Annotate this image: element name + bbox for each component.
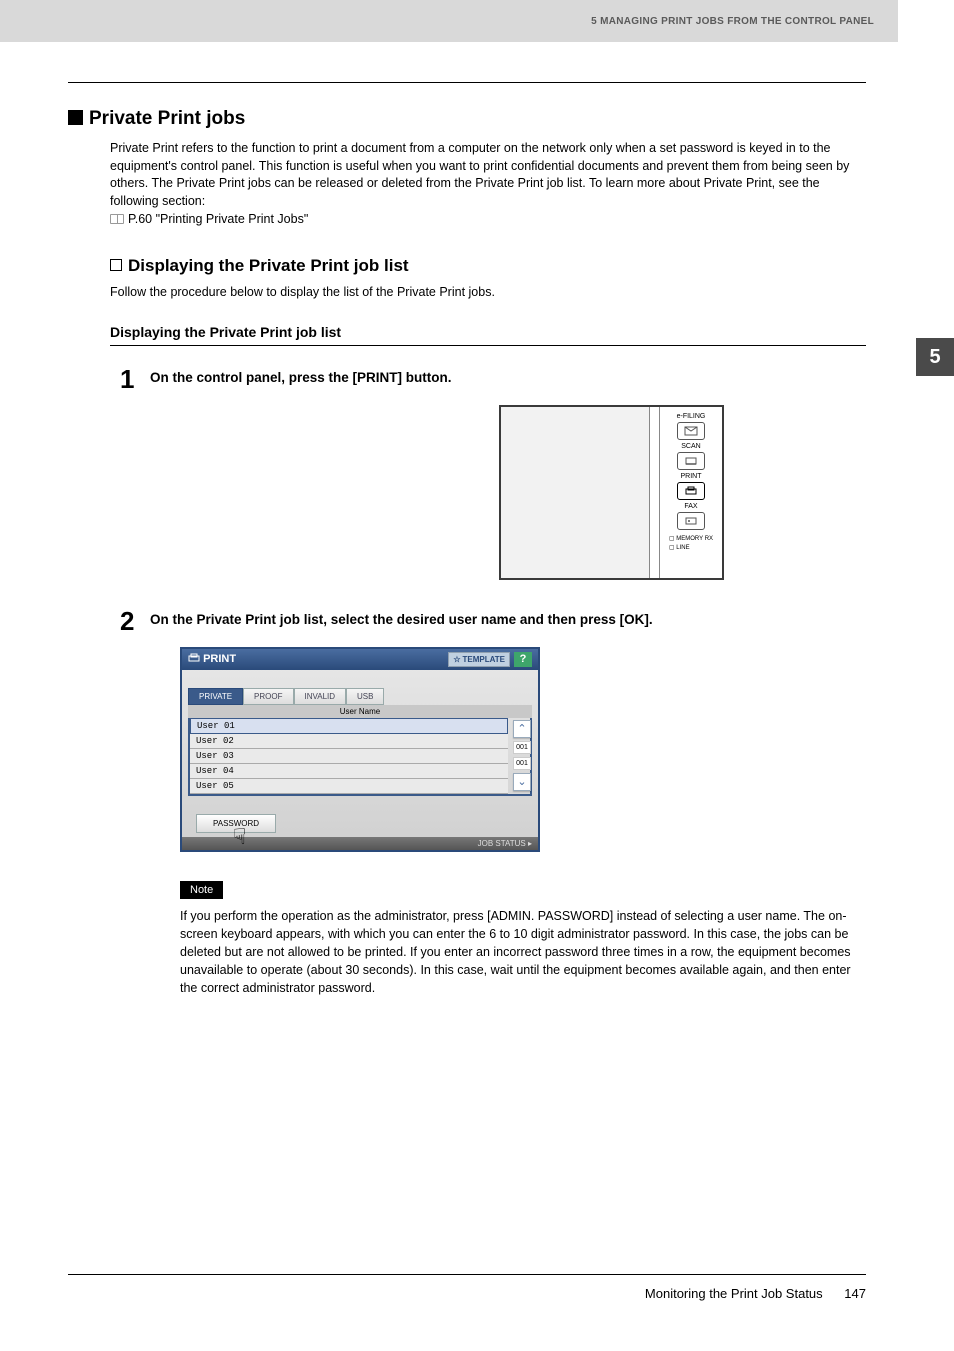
fax-label: FAX xyxy=(684,503,697,510)
print-button[interactable] xyxy=(677,482,705,500)
star-icon: ☆ xyxy=(453,655,460,664)
column-header: User Name xyxy=(188,705,532,718)
template-label: TEMPLATE xyxy=(462,655,505,664)
cross-reference: P.60 "Printing Private Print Jobs" xyxy=(110,212,866,226)
help-button[interactable]: ? xyxy=(514,652,532,667)
template-button[interactable]: ☆ TEMPLATE xyxy=(448,652,510,667)
print-button-group: PRINT xyxy=(677,473,705,500)
hollow-square-icon xyxy=(110,259,122,271)
page-total: 001 xyxy=(513,757,531,770)
procedure-heading: Displaying the Private Print job list xyxy=(110,324,866,346)
step-text: On the control panel, press the [PRINT] … xyxy=(150,364,866,395)
touchscreen-illustration: PRINT ☆ TEMPLATE ? PRIVATE PROOF INVALID… xyxy=(180,647,540,852)
chevron-down-icon: ⌄ xyxy=(517,775,526,788)
page-current: 001 xyxy=(513,741,531,754)
tab-invalid[interactable]: INVALID xyxy=(294,688,347,705)
note-text: If you perform the operation as the admi… xyxy=(180,907,866,998)
scan-button[interactable] xyxy=(677,452,705,470)
footer-section: Monitoring the Print Job Status xyxy=(645,1286,823,1301)
scroll-down-button[interactable]: ⌄ xyxy=(513,773,531,791)
list-item[interactable]: User 01 xyxy=(190,718,508,734)
user-list: User 01 User 02 User 03 User 04 User 05 xyxy=(188,718,532,796)
panel-display-area xyxy=(501,407,650,578)
step-2: 2 On the Private Print job list, select … xyxy=(120,606,866,637)
step-1: 1 On the control panel, press the [PRINT… xyxy=(120,364,866,395)
password-button[interactable]: PASSWORD ☟ xyxy=(196,814,276,833)
status-leds: MEMORY RX LINE xyxy=(669,535,713,551)
screen-title-text: PRINT xyxy=(203,653,236,665)
h2-text: Displaying the Private Print job list xyxy=(128,256,409,275)
page-header: 5 MANAGING PRINT JOBS FROM THE CONTROL P… xyxy=(20,0,898,42)
header-rule xyxy=(68,82,866,83)
subsection-heading: Displaying the Private Print job list xyxy=(110,256,866,276)
print-screen: PRINT ☆ TEMPLATE ? PRIVATE PROOF INVALID… xyxy=(180,647,540,852)
scan-button-group: SCAN xyxy=(677,443,705,470)
hand-cursor-icon: ☟ xyxy=(233,824,246,850)
step-number: 1 xyxy=(120,364,150,395)
page-number: 147 xyxy=(844,1286,866,1301)
subsection-intro: Follow the procedure below to display th… xyxy=(110,284,866,302)
ref-text: P.60 "Printing Private Print Jobs" xyxy=(128,212,308,226)
titlebar-right: ☆ TEMPLATE ? xyxy=(448,652,532,667)
tab-private[interactable]: PRIVATE xyxy=(188,688,243,705)
efiling-button-group: e-FILING xyxy=(677,413,706,440)
square-bullet-icon xyxy=(68,110,83,125)
panel-divider xyxy=(650,407,660,578)
job-status-button[interactable]: JOB STATUS xyxy=(478,839,526,848)
fax-button[interactable] xyxy=(677,512,705,530)
footer-rule xyxy=(68,1274,866,1275)
intro-paragraph: Private Print refers to the function to … xyxy=(110,140,866,210)
job-type-tabs: PRIVATE PROOF INVALID USB xyxy=(188,688,532,705)
page-footer: Monitoring the Print Job Status 147 xyxy=(645,1286,866,1301)
chapter-tab: 5 xyxy=(916,338,954,376)
printer-icon xyxy=(188,653,200,663)
envelope-icon xyxy=(684,426,698,436)
fax-button-group: FAX xyxy=(677,503,705,530)
step-number: 2 xyxy=(120,606,150,637)
scroll-up-button[interactable]: ⌃ xyxy=(513,720,531,738)
main-content: Private Print jobs Private Print refers … xyxy=(68,100,866,1251)
book-icon xyxy=(110,214,124,224)
note-badge: Note xyxy=(180,881,223,899)
list-item[interactable]: User 02 xyxy=(190,734,508,749)
efiling-button[interactable] xyxy=(677,422,705,440)
list-item[interactable]: User 04 xyxy=(190,764,508,779)
line-led: LINE xyxy=(669,544,690,551)
panel-buttons-column: e-FILING SCAN PRINT FAX xyxy=(660,407,722,578)
h1-text: Private Print jobs xyxy=(89,108,245,129)
scroll-controls: ⌃ 001 001 ⌄ xyxy=(512,720,532,791)
printer-icon xyxy=(684,486,698,496)
screen-title-left: PRINT xyxy=(188,653,236,665)
memory-rx-led: MEMORY RX xyxy=(669,535,713,542)
tab-usb[interactable]: USB xyxy=(346,688,384,705)
chevron-up-icon: ⌃ xyxy=(517,722,526,735)
step-text: On the Private Print job list, select th… xyxy=(150,606,866,637)
left-margin-strip xyxy=(0,0,20,42)
print-label: PRINT xyxy=(681,473,702,480)
tab-proof[interactable]: PROOF xyxy=(243,688,293,705)
fax-icon xyxy=(684,516,698,526)
screen-titlebar: PRINT ☆ TEMPLATE ? xyxy=(182,649,538,670)
control-panel-illustration: e-FILING SCAN PRINT FAX xyxy=(499,405,724,580)
efiling-label: e-FILING xyxy=(677,413,706,420)
list-item[interactable]: User 03 xyxy=(190,749,508,764)
list-item[interactable]: User 05 xyxy=(190,779,508,794)
scan-label: SCAN xyxy=(681,443,700,450)
chapter-label: 5 MANAGING PRINT JOBS FROM THE CONTROL P… xyxy=(591,16,874,27)
section-heading: Private Print jobs xyxy=(68,108,866,130)
screen-body: PRIVATE PROOF INVALID USB User Name User… xyxy=(182,670,538,837)
scan-icon xyxy=(684,456,698,466)
